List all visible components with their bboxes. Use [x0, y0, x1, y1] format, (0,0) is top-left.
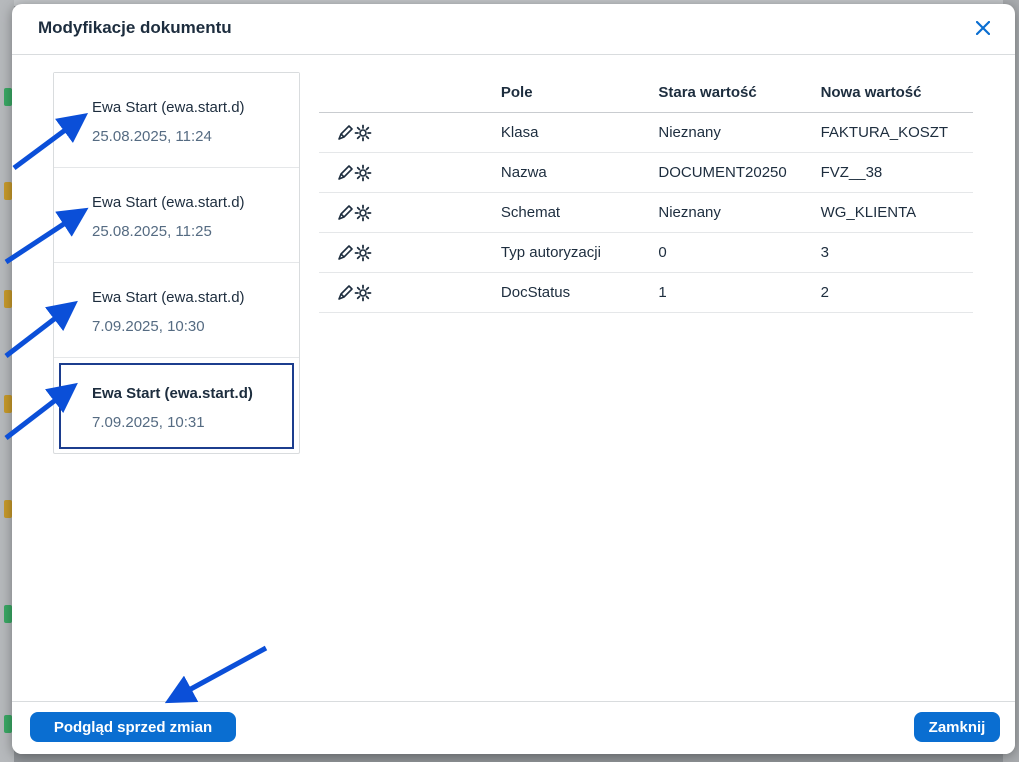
table-row: Klasa Nieznany FAKTURA_KOSZT	[319, 112, 973, 153]
status-marker	[4, 88, 12, 106]
table-row: Schemat Nieznany WG_KLIENTA	[319, 192, 973, 233]
change-history-list: Ewa Start (ewa.start.d) 25.08.2025, 11:2…	[53, 72, 300, 454]
history-item[interactable]: Ewa Start (ewa.start.d) 25.08.2025, 11:2…	[54, 73, 299, 168]
status-marker	[4, 605, 12, 623]
field-name-cell: DocStatus	[500, 272, 659, 313]
old-value-text: 0	[658, 244, 667, 261]
old-value-cell: Nieznany	[658, 192, 821, 233]
column-header-new-value: Nowa wartość	[820, 72, 973, 113]
field-name-cell: Klasa	[500, 112, 659, 153]
dialog-header: Modyfikacje dokumentu	[12, 4, 1015, 55]
old-value-text: Nieznany	[658, 124, 721, 141]
history-item-user: Ewa Start (ewa.start.d)	[92, 194, 245, 211]
old-value-text: Nieznany	[658, 204, 721, 221]
edit-settings-icon	[335, 284, 375, 302]
field-name-cell: Schemat	[500, 192, 659, 233]
status-marker	[4, 182, 12, 200]
dialog-footer: Podgląd sprzed zmian Zamknij	[12, 701, 1015, 754]
new-value-cell: FAKTURA_KOSZT	[820, 112, 973, 153]
table-row: DocStatus 1 2	[319, 272, 973, 313]
history-item-user: Ewa Start (ewa.start.d)	[92, 289, 245, 306]
history-item-user: Ewa Start (ewa.start.d)	[92, 99, 245, 116]
status-marker	[4, 395, 12, 413]
modifications-dialog: Modyfikacje dokumentu Ewa Start (ewa.sta…	[12, 4, 1015, 754]
old-value-text: DOCUMENT20250	[658, 164, 787, 181]
history-item[interactable]: Ewa Start (ewa.start.d) 25.08.2025, 11:2…	[54, 168, 299, 263]
edit-settings-icon	[335, 124, 375, 142]
changes-table: Pole Stara wartość Nowa wartość Klasa Nie…	[319, 72, 973, 313]
preview-before-changes-button[interactable]: Podgląd sprzed zmian	[30, 712, 236, 742]
new-value-cell: FVZ__38	[820, 152, 973, 193]
old-value-cell: 1	[658, 272, 821, 313]
status-marker	[4, 290, 12, 308]
history-item-date: 25.08.2025, 11:24	[92, 128, 212, 145]
history-item-selected[interactable]: Ewa Start (ewa.start.d) 7.09.2025, 10:31	[59, 363, 294, 449]
table-row: Nazwa DOCUMENT20250 FVZ__38	[319, 152, 973, 193]
history-item-date: 7.09.2025, 10:31	[92, 414, 205, 431]
edit-settings-icon	[335, 204, 375, 222]
new-value-cell: WG_KLIENTA	[820, 192, 973, 233]
edit-settings-icon	[335, 244, 375, 262]
history-item-date: 25.08.2025, 11:25	[92, 223, 212, 240]
history-item-user: Ewa Start (ewa.start.d)	[92, 385, 253, 402]
close-button[interactable]: Zamknij	[914, 712, 1000, 742]
column-header-icons	[319, 72, 501, 113]
column-header-field: Pole	[500, 72, 659, 113]
old-value-cell: DOCUMENT20250	[658, 152, 821, 193]
history-item[interactable]: Ewa Start (ewa.start.d) 7.09.2025, 10:30	[54, 263, 299, 358]
old-value-text: 1	[658, 284, 667, 301]
table-row: Typ autoryzacji 0 3	[319, 232, 973, 273]
old-value-cell: Nieznany	[658, 112, 821, 153]
status-marker	[4, 500, 12, 518]
new-value-cell: 3	[820, 232, 973, 273]
new-value-cell: 2	[820, 272, 973, 313]
close-icon[interactable]	[969, 14, 997, 42]
field-name-cell: Typ autoryzacji	[500, 232, 659, 273]
old-value-cell: 0	[658, 232, 821, 273]
status-marker	[4, 715, 12, 733]
column-header-old-value: Stara wartość	[658, 72, 821, 113]
history-item-date: 7.09.2025, 10:30	[92, 318, 205, 335]
dialog-title: Modyfikacje dokumentu	[38, 18, 232, 37]
table-header-row: Pole Stara wartość Nowa wartość	[319, 72, 973, 113]
field-name-cell: Nazwa	[500, 152, 659, 193]
edit-settings-icon	[335, 164, 375, 182]
